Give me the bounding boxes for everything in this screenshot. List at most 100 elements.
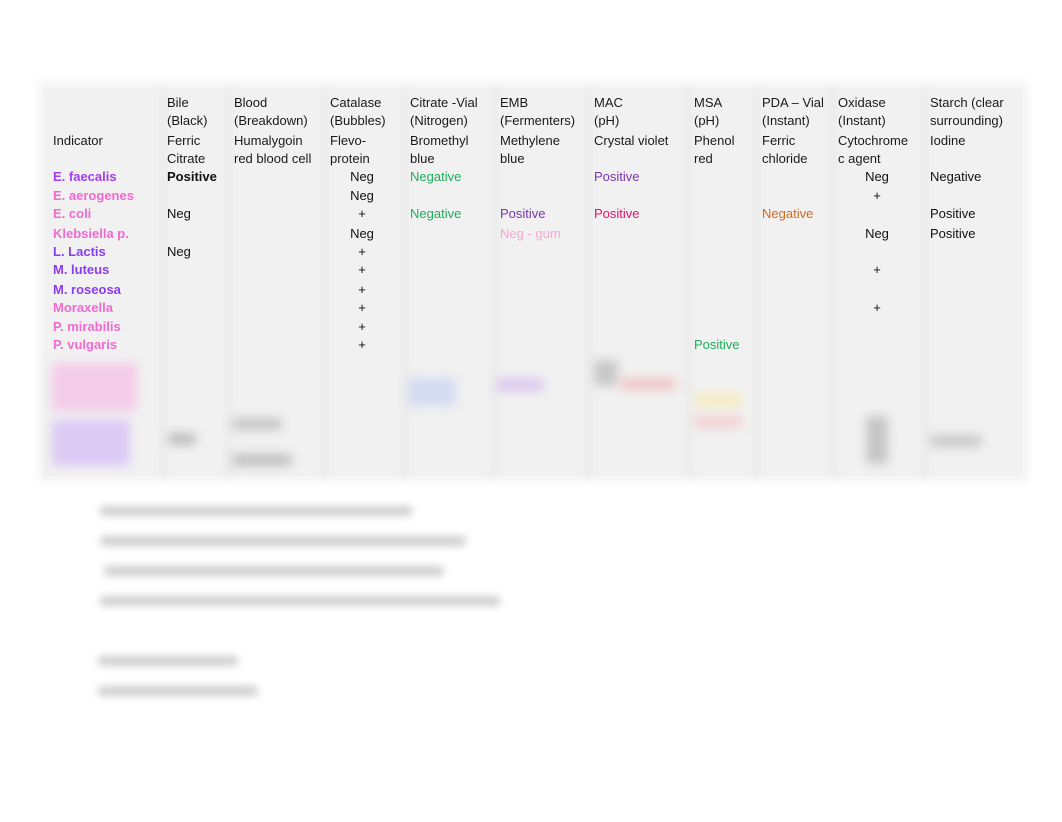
test-result-cell: Positive [500, 206, 546, 221]
column-divider [586, 88, 592, 476]
column-header-text: Bromethyl [410, 133, 469, 148]
column-header-text: Ferric [167, 133, 201, 148]
column-header-text: (Nitrogen) [410, 113, 468, 128]
redacted-cell [694, 416, 742, 428]
column-divider [492, 88, 498, 476]
column-header-text: MSA [694, 95, 723, 110]
redacted-cell [866, 416, 888, 464]
column-header-text: Humalygoin [234, 133, 303, 148]
organism-name: Klebsiella p. [53, 226, 129, 241]
test-result-cell: + [873, 262, 881, 277]
column-header-text: MAC [594, 95, 623, 110]
column-header-text: EMB [500, 95, 529, 110]
column-header-text: protein [330, 151, 370, 166]
column-divider [686, 88, 692, 476]
column-divider [754, 88, 760, 476]
column-header-text: Starch (clear [930, 95, 1004, 110]
test-result-cell: Negative [410, 169, 462, 184]
test-result-cell: Positive [594, 206, 640, 221]
column-header-text: Flevo- [330, 133, 367, 148]
redacted-cell [694, 393, 742, 407]
test-result-cell: + [873, 300, 881, 315]
column-header-text: red [694, 151, 713, 166]
column-divider [922, 88, 928, 476]
column-header-text: Catalase [330, 95, 382, 110]
column-header-text: (Bubbles) [330, 113, 386, 128]
redacted-note-line [98, 656, 238, 666]
column-header-text: Oxidase [838, 95, 886, 110]
test-result-cell: Neg [350, 169, 374, 184]
test-result-cell: + [358, 319, 366, 334]
redacted-note-line [98, 686, 258, 696]
indicator-label: Indicator [53, 133, 103, 148]
bacteria-test-table: Indicator Bile (Black) Ferric Citrate Blood (B… [44, 88, 1022, 476]
test-result-cell: + [358, 300, 366, 315]
test-result-cell: Positive [167, 169, 217, 184]
test-result-cell: Positive [594, 169, 640, 184]
organism-name: P. vulgaris [53, 337, 118, 352]
test-result-cell: Positive [694, 337, 740, 352]
test-result-cell: Neg [167, 244, 191, 259]
redacted-note-line [100, 536, 466, 546]
organism-name: E. faecalis [53, 169, 117, 184]
column-header-text: Crystal violet [594, 133, 669, 148]
redacted-cell [232, 418, 282, 430]
column-header-text: PDA – Vial [762, 95, 824, 110]
redacted-cell [496, 378, 544, 392]
test-result-cell: + [358, 244, 366, 259]
column-header-text: surrounding) [930, 113, 1003, 128]
column-header-text: (Black) [167, 113, 208, 128]
column-header-text: blue [410, 151, 435, 166]
column-header-text: Blood [234, 95, 268, 110]
column-header-text: (pH) [694, 113, 720, 128]
column-header-text: red blood cell [234, 151, 312, 166]
organism-name: Moraxella [53, 300, 113, 315]
column-header-text: chloride [762, 151, 808, 166]
test-result-cell: + [358, 262, 366, 277]
redacted-organism-group [52, 363, 137, 411]
column-header-text: Phenol [694, 133, 735, 148]
test-result-cell: Neg [350, 188, 374, 203]
test-result-cell: Negative [410, 206, 462, 221]
test-result-cell: Negative [762, 206, 814, 221]
column-divider [226, 88, 232, 476]
redacted-note-line [100, 596, 500, 606]
column-header-text: (Breakdown) [234, 113, 308, 128]
test-result-cell: Positive [930, 226, 976, 241]
column-header-text: Methylene [500, 133, 560, 148]
column-header-text: (Instant) [838, 113, 886, 128]
test-result-cell: Positive [930, 206, 976, 221]
column-header-text: (Instant) [762, 113, 810, 128]
column-divider [402, 88, 408, 476]
redacted-cell [620, 378, 676, 390]
column-header-text: Iodine [930, 133, 966, 148]
redacted-cell [232, 454, 292, 466]
organism-name: L. Lactis [53, 244, 106, 259]
redacted-note-line [104, 566, 444, 576]
test-result-cell: + [358, 282, 366, 297]
column-header-text: Citrate -Vial [410, 95, 478, 110]
column-header-text: (pH) [594, 113, 620, 128]
redacted-note-line [100, 506, 412, 516]
column-header-text: (Fermenters) [500, 113, 576, 128]
column-header-text: Cytochrome [838, 133, 909, 148]
redacted-cell [594, 360, 618, 386]
test-result-cell: + [358, 206, 366, 221]
test-result-cell: Neg [865, 226, 889, 241]
organism-name: E. coli [53, 206, 92, 221]
redacted-cell [408, 378, 456, 406]
test-result-cell: Neg [350, 226, 374, 241]
column-divider [830, 88, 836, 476]
column-header-text: Citrate [167, 151, 206, 166]
organism-name: M. luteus [53, 262, 110, 277]
redacted-organism-group [52, 420, 130, 466]
test-result-cell: Negative [930, 169, 982, 184]
column-header-text: Bile [167, 95, 189, 110]
organism-name: E. aerogenes [53, 188, 134, 203]
column-header-text: blue [500, 151, 525, 166]
test-result-cell: Neg [865, 169, 889, 184]
organism-name: P. mirabilis [53, 319, 121, 334]
column-header-text: Ferric [762, 133, 796, 148]
test-result-cell: Neg [167, 206, 191, 221]
column-divider [160, 88, 166, 476]
